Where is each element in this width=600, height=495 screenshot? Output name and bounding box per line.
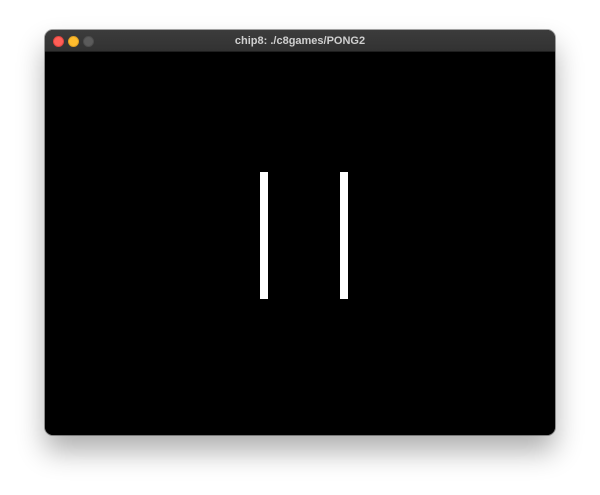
window-title: chip8: ./c8games/PONG2	[234, 35, 366, 47]
left-paddle	[260, 172, 268, 299]
game-screen[interactable]	[45, 52, 555, 435]
app-window: chip8: ./c8games/PONG2	[45, 30, 555, 435]
right-paddle	[340, 172, 348, 299]
title-bar[interactable]: chip8: ./c8games/PONG2	[45, 30, 555, 52]
